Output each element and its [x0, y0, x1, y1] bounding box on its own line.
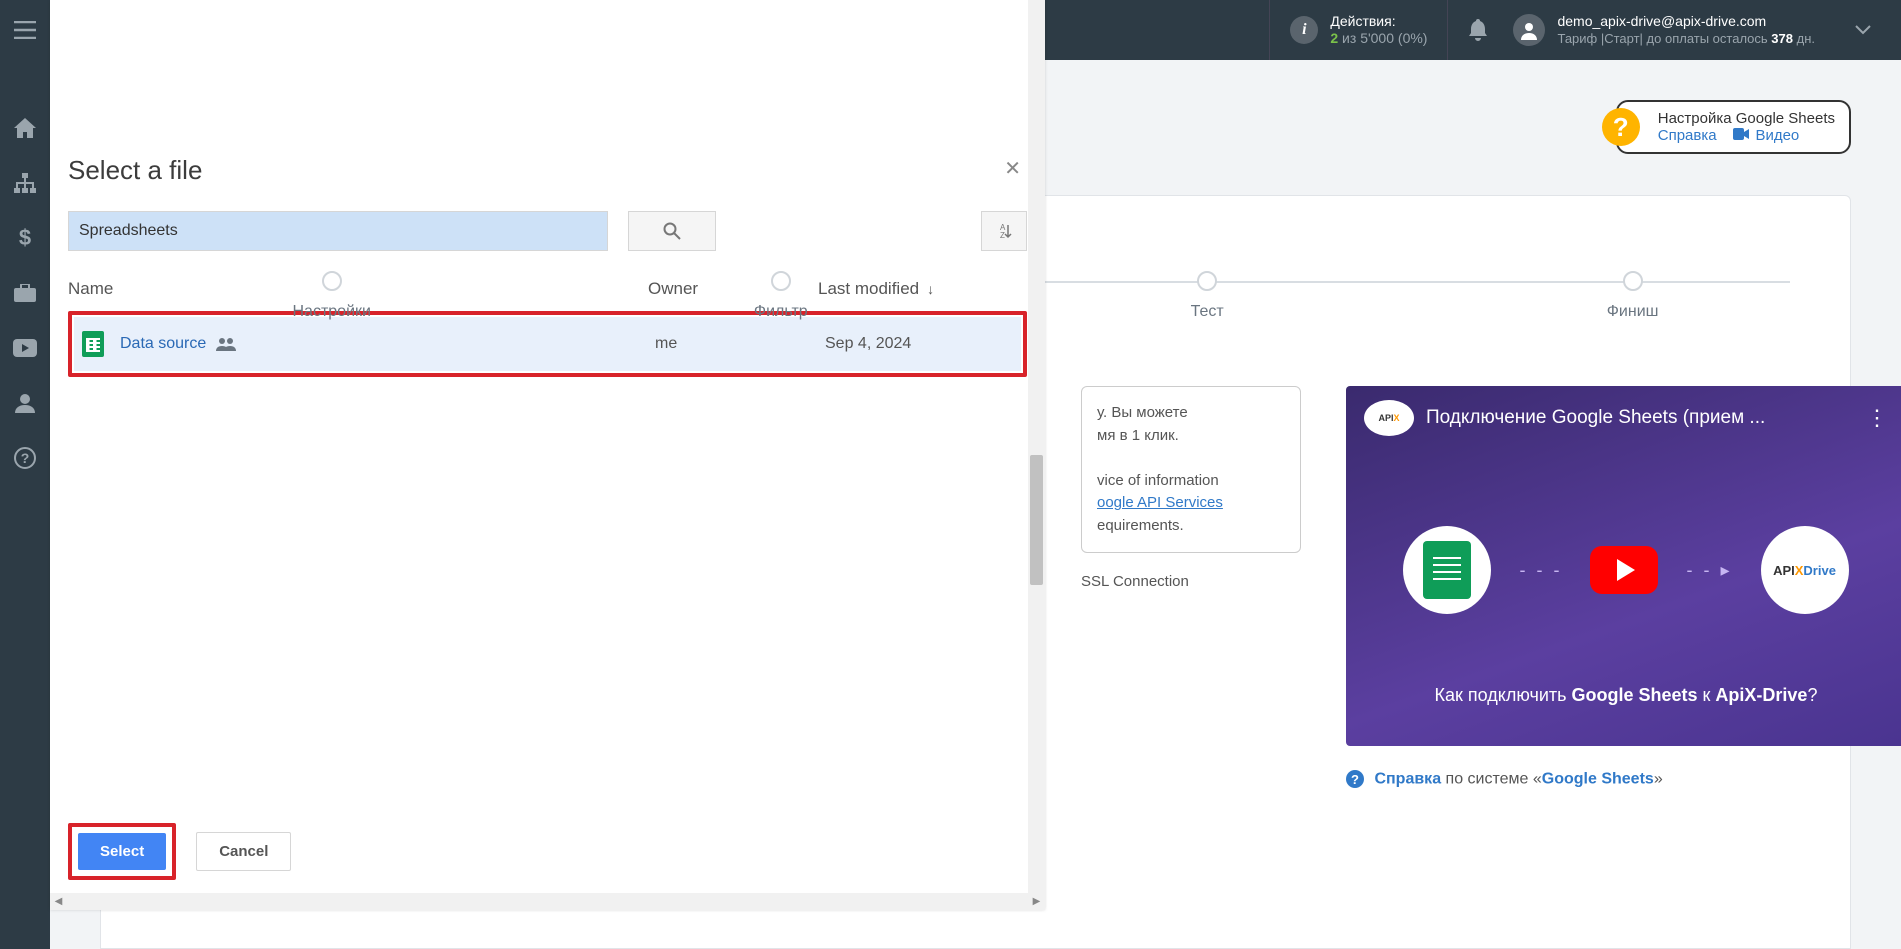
dots-icon: - - -: [1519, 560, 1562, 581]
sort-arrow-down-icon: ↓: [927, 281, 934, 297]
step-finish[interactable]: Финиш: [1607, 271, 1659, 321]
info-icon: ?: [1346, 770, 1364, 788]
help-title: Настройка Google Sheets: [1658, 110, 1835, 127]
file-row[interactable]: Data source me Sep 4, 2024: [74, 317, 1021, 371]
play-icon[interactable]: [1590, 546, 1658, 594]
select-button-highlight: Select: [68, 823, 176, 880]
arrow-icon: - - ▸: [1686, 560, 1732, 581]
video-title: Подключение Google Sheets (прием ...: [1426, 407, 1854, 429]
apix-logo-icon: APIXDrive: [1761, 526, 1849, 614]
close-icon[interactable]: ✕: [1004, 156, 1021, 181]
info-icon: i: [1290, 16, 1318, 44]
horizontal-scrollbar[interactable]: ◀ ▶: [50, 893, 1045, 910]
file-row-highlight: Data source me Sep 4, 2024: [68, 311, 1027, 377]
user-avatar-icon[interactable]: [1513, 14, 1545, 46]
ssl-label: SSL Connection: [1081, 573, 1301, 590]
nav-youtube-icon[interactable]: [0, 320, 50, 375]
sort-az-icon: AZ: [996, 223, 1012, 239]
notifications-icon[interactable]: [1468, 19, 1488, 41]
video-menu-icon[interactable]: ⋮: [1866, 405, 1888, 431]
sort-button[interactable]: AZ: [981, 211, 1027, 251]
nav-home-icon[interactable]: [0, 100, 50, 155]
scroll-left-icon[interactable]: ◀: [50, 893, 67, 910]
select-button[interactable]: Select: [78, 833, 166, 870]
left-sidebar: $ ?: [0, 0, 50, 949]
help-link-video[interactable]: Видео: [1755, 127, 1799, 144]
vertical-scrollbar[interactable]: [1028, 0, 1045, 893]
sheets-file-icon: [82, 331, 104, 357]
file-owner: me: [655, 335, 825, 353]
menu-toggle-icon[interactable]: [0, 0, 50, 60]
user-email: demo_apix-drive@apix-drive.com: [1557, 12, 1815, 30]
filter-input[interactable]: [68, 211, 608, 251]
picker-title: Select a file: [68, 150, 1027, 211]
info-panel-fragment: у. Вы можете мя в 1 клик. vice of inform…: [1081, 386, 1301, 590]
actions-count: 2: [1330, 30, 1338, 46]
help-question-icon: ?: [1602, 108, 1640, 146]
step-test[interactable]: Тест: [1191, 271, 1224, 321]
actions-label: Действия:: [1330, 13, 1427, 30]
nav-briefcase-icon[interactable]: [0, 265, 50, 320]
file-name: Data source: [120, 335, 206, 353]
user-info[interactable]: demo_apix-drive@apix-drive.com Тариф |Ст…: [1557, 12, 1815, 47]
chevron-down-icon[interactable]: [1855, 25, 1871, 35]
svg-text:Z: Z: [1000, 231, 1005, 239]
api-services-link[interactable]: oogle API Services: [1097, 494, 1223, 511]
col-modified[interactable]: Last modified ↓: [818, 279, 1027, 299]
scroll-right-icon[interactable]: ▶: [1028, 893, 1045, 910]
video-caption: Как подключить Google Sheets к ApiX-Driv…: [1346, 685, 1901, 706]
shared-icon: [216, 337, 236, 351]
nav-user-icon[interactable]: [0, 375, 50, 430]
svg-text:?: ?: [21, 450, 30, 466]
video-thumbnail[interactable]: APIX Подключение Google Sheets (прием ..…: [1346, 386, 1901, 746]
picker-columns-header: Name Owner Last modified ↓: [68, 265, 1027, 311]
file-picker-modal: ✕ Select a file AZ Name Owner Last modif…: [50, 0, 1045, 910]
video-block: APIX Подключение Google Sheets (прием ..…: [1346, 386, 1901, 789]
nav-help-icon[interactable]: ?: [0, 430, 50, 485]
help-box: ? Настройка Google Sheets Справка Видео: [1616, 100, 1851, 154]
actions-counter[interactable]: i Действия: 2 из 5'000 (0%): [1269, 0, 1448, 60]
search-button[interactable]: [628, 211, 716, 251]
svg-text:$: $: [19, 227, 31, 249]
search-icon: [663, 222, 681, 240]
nav-sitemap-icon[interactable]: [0, 155, 50, 210]
reference-link[interactable]: ? Справка по системе «Google Sheets»: [1346, 770, 1901, 789]
step-filter[interactable]: Фильтр: [754, 271, 808, 321]
video-camera-icon: [1733, 127, 1753, 144]
step-settings[interactable]: Настройки: [292, 271, 370, 321]
video-channel-logo-icon: APIX: [1364, 400, 1414, 436]
file-date: Sep 4, 2024: [825, 335, 1013, 353]
help-link-reference[interactable]: Справка: [1658, 127, 1717, 144]
sheets-app-icon: [1403, 526, 1491, 614]
nav-dollar-icon[interactable]: $: [0, 210, 50, 265]
cancel-button[interactable]: Cancel: [196, 832, 291, 871]
